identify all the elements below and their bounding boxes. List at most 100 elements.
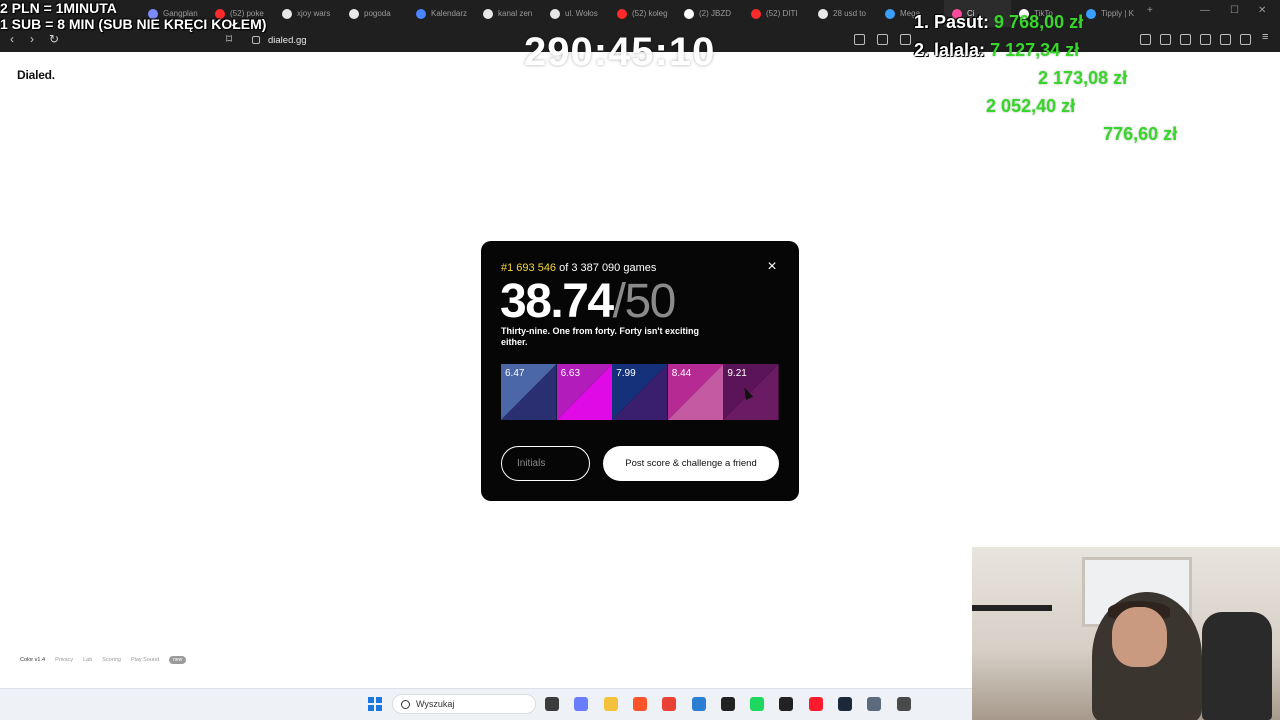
bookmark-icon[interactable]: ⌑ bbox=[226, 32, 232, 46]
calculator-icon[interactable] bbox=[896, 697, 911, 711]
final-score: 38.74/50 bbox=[500, 274, 677, 329]
copilot-icon[interactable] bbox=[574, 697, 589, 711]
rate-line-pln: 2 PLN = 1MINUTA bbox=[0, 0, 117, 16]
browser-tab[interactable]: 28 usd to bbox=[810, 0, 877, 27]
donor-name: 5. Penetrator dziurek: bbox=[914, 124, 1099, 144]
spotify-icon[interactable] bbox=[750, 697, 765, 711]
chrome-icon[interactable] bbox=[662, 697, 677, 711]
score-comment: Thirty-nine. One from forty. Forty isn't… bbox=[501, 326, 699, 347]
round-swatch: 6.63 bbox=[556, 364, 613, 420]
donor-name: 1. Pasut: bbox=[914, 12, 990, 32]
donation-amount: 9 768,00 zł bbox=[994, 12, 1084, 32]
tab-label: (2) JBZD bbox=[699, 9, 731, 18]
new-badge: new bbox=[169, 656, 187, 664]
browser-tab[interactable]: kanal zen bbox=[475, 0, 542, 27]
round-swatch: 7.99 bbox=[612, 364, 668, 420]
google-icon bbox=[483, 8, 493, 19]
leaderboard-row: 2. lalala: 7 127,34 zł bbox=[914, 36, 1254, 64]
donation-amount: 776,60 zł bbox=[1103, 124, 1178, 144]
donor-name: 3. centuriond: bbox=[914, 68, 1034, 88]
donation-leaderboard: 1. Pasut: 9 768,00 zł 2. lalala: 7 127,34… bbox=[914, 8, 1254, 148]
task-view-icon[interactable] bbox=[545, 697, 559, 711]
round-swatch: 8.44 bbox=[667, 364, 724, 420]
browser-tab[interactable]: xjoy wars bbox=[274, 0, 341, 27]
tab-label: (52) koleg bbox=[632, 9, 668, 18]
brave-icon[interactable] bbox=[632, 697, 647, 711]
rank-suffix: of 3 387 090 games bbox=[559, 262, 657, 274]
rank-position: #1 693 546 bbox=[501, 262, 557, 274]
browser-tab[interactable]: (52) koleg bbox=[609, 0, 676, 27]
microphone-arm bbox=[972, 605, 1052, 611]
donor-name: 2. lalala: bbox=[914, 40, 986, 60]
browser-tab[interactable]: ul. Wołos bbox=[542, 0, 609, 27]
x-icon bbox=[684, 8, 694, 19]
version-label: Color v1.4 bbox=[20, 657, 46, 663]
browser-tab[interactable]: pogoda bbox=[341, 0, 408, 27]
taskbar-search[interactable] bbox=[392, 694, 536, 714]
footer: Color v1.4 Privacy Lab Scoring Play Soun… bbox=[20, 656, 187, 664]
menu-icon[interactable]: ≡ bbox=[1262, 31, 1273, 43]
donation-amount: 2 052,40 zł bbox=[986, 96, 1076, 116]
windows-start-icon[interactable] bbox=[368, 697, 382, 711]
browser-tab[interactable]: (52) DITI bbox=[743, 0, 810, 27]
footer-link-lab[interactable]: Lab bbox=[83, 657, 92, 663]
browser-tab[interactable]: (2) JBZD bbox=[676, 0, 743, 27]
post-score-button[interactable]: Post score & challenge a friend bbox=[603, 446, 779, 481]
leaderboard-row: 5. Penetrator dziurek: 776,60 zł bbox=[914, 120, 1254, 148]
record-icon[interactable] bbox=[720, 697, 735, 711]
rate-line-sub: 1 SUB = 8 MIN (SUB NIE KRĘCI KOŁEM) bbox=[0, 16, 267, 32]
footer-link-scoring[interactable]: Scoring bbox=[102, 657, 121, 663]
tab-label: (52) DITI bbox=[766, 9, 798, 18]
round-score: 9.21 bbox=[727, 368, 747, 379]
score-value: 38.74 bbox=[500, 275, 614, 328]
google-icon bbox=[349, 8, 359, 19]
leaderboard-row: 1. Pasut: 9 768,00 zł bbox=[914, 8, 1254, 36]
opera-icon[interactable] bbox=[808, 697, 823, 711]
initials-input[interactable] bbox=[501, 446, 590, 481]
share-icon[interactable] bbox=[900, 34, 911, 45]
tab-label: pogoda bbox=[364, 9, 391, 18]
cast-icon[interactable] bbox=[877, 34, 888, 45]
back-icon[interactable]: ‹ bbox=[10, 32, 14, 46]
forward-icon[interactable]: › bbox=[30, 32, 34, 46]
steam-icon[interactable] bbox=[838, 697, 852, 711]
youtube-icon bbox=[751, 8, 761, 19]
site-info-icon[interactable] bbox=[252, 36, 260, 44]
tab-label: xjoy wars bbox=[297, 9, 331, 18]
gaming-chair bbox=[1202, 612, 1272, 720]
app-icon[interactable] bbox=[779, 697, 794, 711]
google-icon bbox=[818, 8, 828, 19]
round-score: 6.47 bbox=[505, 368, 525, 379]
donation-amount: 7 127,34 zł bbox=[990, 40, 1080, 60]
settings-icon[interactable] bbox=[867, 697, 882, 711]
tab-label: kanal zen bbox=[498, 9, 533, 18]
round-score: 7.99 bbox=[616, 368, 636, 379]
donation-amount: 2 173,08 zł bbox=[1038, 68, 1128, 88]
webcam-feed bbox=[972, 547, 1280, 720]
round-score: 6.63 bbox=[560, 368, 581, 379]
file-explorer-icon[interactable] bbox=[603, 697, 618, 711]
score-total: /50 bbox=[612, 275, 677, 328]
google-icon bbox=[550, 8, 560, 19]
footer-link-play-sound[interactable]: Play Sound bbox=[131, 657, 159, 663]
subathon-timer: 290:45:10 bbox=[524, 30, 716, 74]
search-icon bbox=[401, 699, 410, 709]
tab-label: ul. Wołos bbox=[565, 9, 598, 18]
reload-icon[interactable]: ↻ bbox=[49, 32, 59, 46]
donation-rates: 2 PLN = 1MINUTA 1 SUB = 8 MIN (SUB NIE K… bbox=[0, 0, 266, 32]
taskbar-search-input[interactable] bbox=[416, 699, 526, 709]
close-window-icon[interactable]: ✕ bbox=[1258, 5, 1266, 16]
tab-label: Kalendarz bbox=[431, 9, 468, 18]
round-swatches: 6.47 6.63 7.99 8.44 9.21 bbox=[501, 364, 779, 420]
site-logo[interactable]: Dialed. bbox=[17, 68, 55, 82]
store-icon[interactable] bbox=[691, 697, 706, 711]
footer-link-privacy[interactable]: Privacy bbox=[55, 657, 73, 663]
close-icon[interactable]: × bbox=[767, 258, 776, 275]
google-icon bbox=[282, 8, 292, 19]
url-text: dialed.gg bbox=[268, 34, 307, 46]
translate-icon[interactable] bbox=[854, 34, 865, 45]
round-score: 8.44 bbox=[671, 368, 692, 379]
browser-tab[interactable]: Kalendarz bbox=[408, 0, 475, 27]
close-modal-button[interactable]: × bbox=[765, 258, 779, 275]
round-swatch: 6.47 bbox=[501, 364, 557, 420]
